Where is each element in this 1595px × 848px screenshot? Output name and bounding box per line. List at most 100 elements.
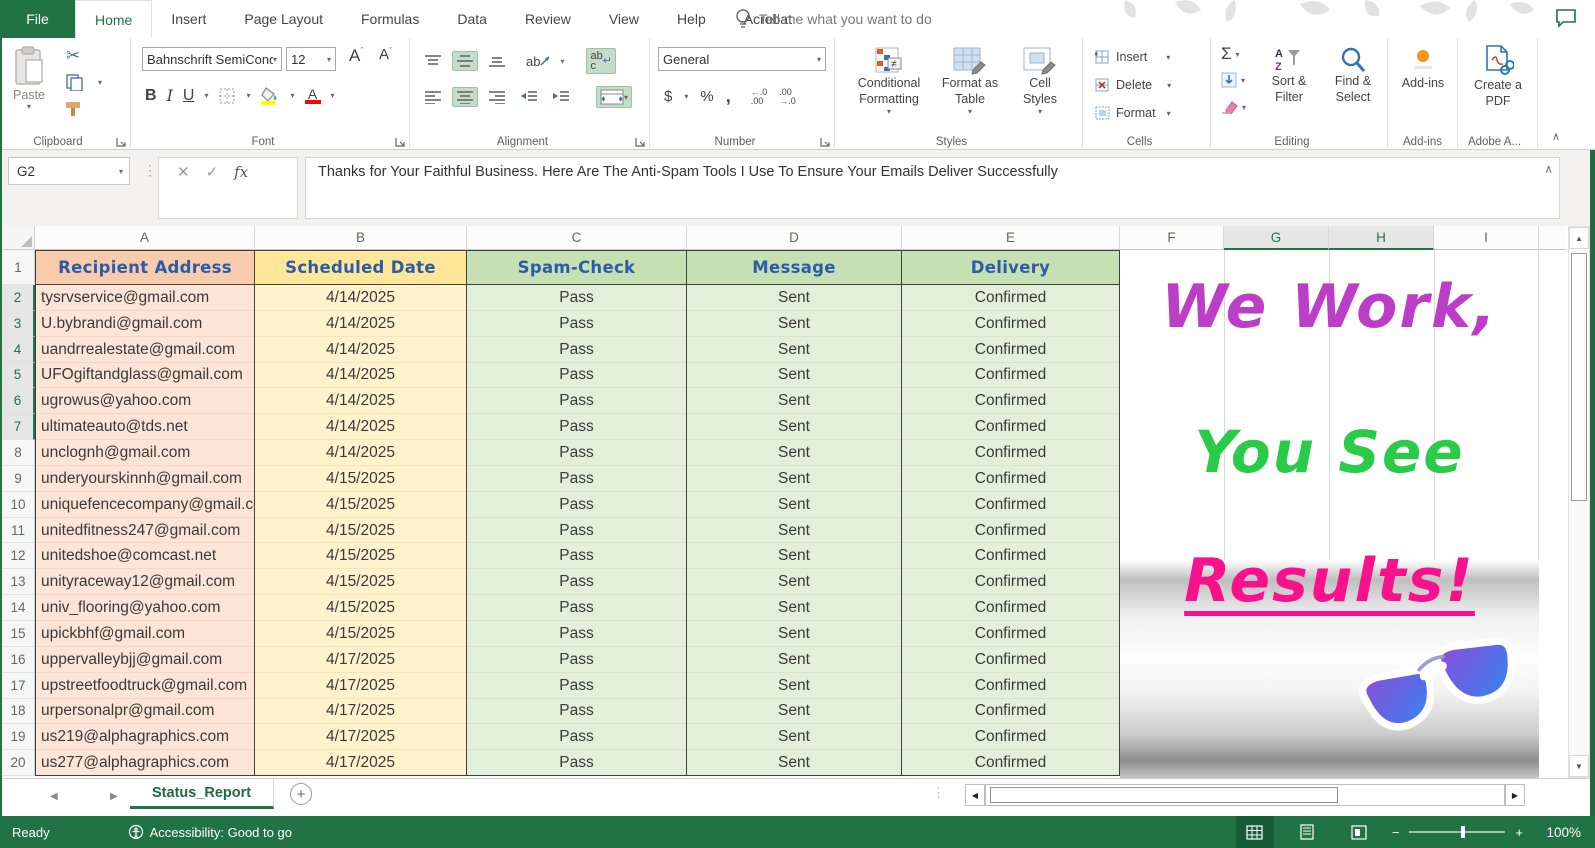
cell-B4[interactable]: 4/14/2025 <box>255 337 467 363</box>
cell-D20[interactable]: Sent <box>687 750 902 776</box>
decrease-decimal-button[interactable]: .00→.0 <box>779 88 796 106</box>
cell-B10[interactable]: 4/15/2025 <box>255 492 467 518</box>
row-header-10[interactable]: 10 <box>2 492 35 518</box>
row-header-11[interactable]: 11 <box>2 518 35 544</box>
cell-A16[interactable]: uppervalleybjj@gmail.com <box>35 647 255 673</box>
cell-D4[interactable]: Sent <box>687 337 902 363</box>
cell-A8[interactable]: unclognh@gmail.com <box>35 440 255 466</box>
tab-insert[interactable]: Insert <box>152 0 225 38</box>
tab-scroll-splitter[interactable]: ⋮ <box>932 785 945 801</box>
tab-view[interactable]: View <box>590 0 658 38</box>
cell-B6[interactable]: 4/14/2025 <box>255 388 467 414</box>
zoom-slider[interactable] <box>1409 831 1505 833</box>
cell-E8[interactable]: Confirmed <box>902 440 1120 466</box>
tell-me[interactable]: Tell me what you want to do <box>735 0 932 38</box>
name-box[interactable]: G2 ▾ <box>8 157 130 185</box>
cell-D18[interactable]: Sent <box>687 699 902 725</box>
sort-filter-button[interactable]: A Z Sort & Filter <box>1263 46 1315 105</box>
wordart-results[interactable]: Results! <box>1120 546 1539 616</box>
next-sheet-button[interactable]: ▶ <box>110 791 118 802</box>
comment-icon[interactable] <box>1555 8 1577 28</box>
cell-D12[interactable]: Sent <box>687 543 902 569</box>
row-header-12[interactable]: 12 <box>2 543 35 569</box>
cell-D8[interactable]: Sent <box>687 440 902 466</box>
cell-A2[interactable]: tysrvservice@gmail.com <box>35 285 255 311</box>
horizontal-scroll-thumb[interactable] <box>990 787 1338 803</box>
column-header-H[interactable]: H <box>1329 226 1434 250</box>
cell-D15[interactable]: Sent <box>687 621 902 647</box>
cell-E5[interactable]: Confirmed <box>902 363 1120 389</box>
cell-E14[interactable]: Confirmed <box>902 595 1120 621</box>
cell-A20[interactable]: us277@alphagraphics.com <box>35 750 255 776</box>
tab-home[interactable]: Home <box>75 0 152 38</box>
row-header-16[interactable]: 16 <box>2 647 35 673</box>
row-header-1[interactable]: 1 <box>2 250 35 285</box>
clipboard-dialog-launcher[interactable] <box>116 137 126 147</box>
cell-E4[interactable]: Confirmed <box>902 337 1120 363</box>
accessibility-status[interactable]: Accessibility: Good to go <box>128 824 292 840</box>
row-header-19[interactable]: 19 <box>2 724 35 750</box>
scroll-left-button[interactable]: ◀ <box>965 784 985 806</box>
scroll-down-button[interactable]: ▼ <box>1569 755 1589 777</box>
cell-B13[interactable]: 4/15/2025 <box>255 569 467 595</box>
cell-A19[interactable]: us219@alphagraphics.com <box>35 724 255 750</box>
column-header-I[interactable]: I <box>1434 226 1539 250</box>
insert-cells-button[interactable]: Insert ▾ <box>1095 44 1170 70</box>
zoom-slider-thumb[interactable] <box>1461 826 1465 838</box>
cell-E20[interactable]: Confirmed <box>902 750 1120 776</box>
cell-A11[interactable]: unitedfitness247@gmail.com <box>35 518 255 544</box>
column-header-E[interactable]: E <box>902 226 1120 250</box>
cell-C5[interactable]: Pass <box>467 363 687 389</box>
wordart-we-work[interactable]: We Work, <box>1120 272 1539 342</box>
cell-D13[interactable]: Sent <box>687 569 902 595</box>
autosum-button[interactable]: Σ ▾ <box>1221 44 1240 64</box>
cell-A14[interactable]: univ_flooring@yahoo.com <box>35 595 255 621</box>
cell-E11[interactable]: Confirmed <box>902 518 1120 544</box>
number-dialog-launcher[interactable] <box>820 137 830 147</box>
increase-indent-button[interactable] <box>548 87 574 107</box>
row-header-15[interactable]: 15 <box>2 621 35 647</box>
zoom-in-button[interactable]: + <box>1515 825 1523 840</box>
cell-E15[interactable]: Confirmed <box>902 621 1120 647</box>
expand-formula-bar-button[interactable]: ∧ <box>1544 162 1553 176</box>
formula-input[interactable]: Thanks for Your Faithful Business. Here … <box>305 157 1560 219</box>
addins-button[interactable]: Add-ins <box>1396 46 1450 90</box>
scroll-right-button[interactable]: ▶ <box>1505 784 1525 806</box>
row-header-4[interactable]: 4 <box>2 337 35 363</box>
cell-C20[interactable]: Pass <box>467 750 687 776</box>
cell-A13[interactable]: unityraceway12@gmail.com <box>35 569 255 595</box>
sunglasses-image[interactable] <box>1352 638 1527 758</box>
cell-C2[interactable]: Pass <box>467 285 687 311</box>
tab-page-layout[interactable]: Page Layout <box>225 0 342 38</box>
copy-button[interactable] <box>66 74 83 91</box>
cell-E7[interactable]: Confirmed <box>902 414 1120 440</box>
collapse-ribbon-button[interactable]: ∧ <box>1552 130 1560 143</box>
number-format-combo[interactable]: General ▾ <box>658 47 826 71</box>
cell-A15[interactable]: upickbhf@gmail.com <box>35 621 255 647</box>
cell-E17[interactable]: Confirmed <box>902 673 1120 699</box>
underline-button[interactable]: U <box>183 87 195 105</box>
cell-A6[interactable]: ugrowus@yahoo.com <box>35 388 255 414</box>
row-header-17[interactable]: 17 <box>2 673 35 699</box>
font-color-button[interactable]: A <box>305 88 321 104</box>
align-center-button[interactable] <box>452 87 478 107</box>
select-all-corner[interactable] <box>2 226 35 250</box>
cell-E6[interactable]: Confirmed <box>902 388 1120 414</box>
currency-button[interactable]: $ <box>664 88 672 105</box>
cell-C19[interactable]: Pass <box>467 724 687 750</box>
prev-sheet-button[interactable]: ◀ <box>50 791 58 802</box>
column-header-A[interactable]: A <box>35 226 255 250</box>
create-pdf-button[interactable]: Create a PDF <box>1468 44 1528 109</box>
shrink-font-button[interactable]: Aˇ <box>379 46 392 63</box>
cell-C3[interactable]: Pass <box>467 311 687 337</box>
borders-chevron-icon[interactable]: ▾ <box>246 91 250 100</box>
cell-B5[interactable]: 4/14/2025 <box>255 363 467 389</box>
horizontal-scrollbar[interactable]: ◀ ▶ <box>965 784 1525 806</box>
row-header-7[interactable]: 7 <box>2 414 35 440</box>
align-left-button[interactable] <box>420 87 446 107</box>
cut-button[interactable]: ✂ <box>66 46 80 66</box>
underline-chevron-icon[interactable]: ▾ <box>204 91 208 100</box>
cell-C13[interactable]: Pass <box>467 569 687 595</box>
page-break-preview-button[interactable] <box>1340 816 1378 848</box>
orientation-chevron-icon[interactable]: ▾ <box>560 57 564 66</box>
